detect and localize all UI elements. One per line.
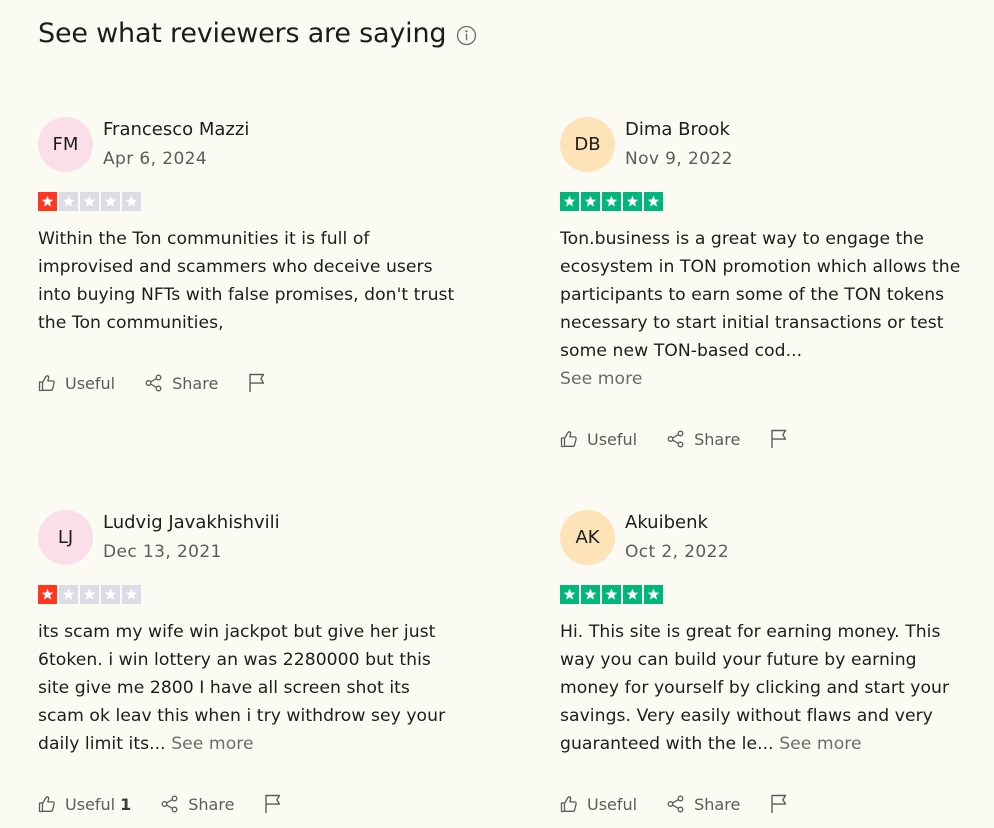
star-icon xyxy=(59,585,78,604)
useful-label: Useful xyxy=(587,794,638,814)
section-header: See what reviewers are saying xyxy=(38,18,477,49)
star-rating xyxy=(560,192,980,211)
share-button[interactable]: Share xyxy=(161,795,234,814)
star-icon xyxy=(101,585,120,604)
review-body: Ton.business is a great way to engage th… xyxy=(560,229,961,361)
review-body: Hi. This site is great for earning money… xyxy=(560,622,950,754)
star-icon xyxy=(602,192,621,211)
share-label: Share xyxy=(694,429,741,449)
review-header: DB Dima Brook Nov 9, 2022 xyxy=(560,117,980,173)
useful-button[interactable]: Useful xyxy=(38,374,115,393)
star-icon xyxy=(644,585,663,604)
share-icon xyxy=(667,430,684,448)
reviewer-name[interactable]: Ludvig Javakhishvili xyxy=(103,511,280,535)
review-date: Dec 13, 2021 xyxy=(103,542,222,562)
thumbs-up-icon xyxy=(560,431,577,448)
reviews-section: See what reviewers are saying FM Frances… xyxy=(0,0,994,828)
see-more-link[interactable]: See more xyxy=(171,734,253,754)
useful-label: Useful xyxy=(587,429,638,449)
review-actions: Useful Share xyxy=(560,792,788,816)
reviewer-name[interactable]: Dima Brook xyxy=(625,118,733,142)
star-icon xyxy=(581,192,600,211)
star-icon xyxy=(623,585,642,604)
share-button[interactable]: Share xyxy=(667,430,740,449)
info-circle-icon[interactable] xyxy=(456,25,477,46)
see-more-link[interactable]: See more xyxy=(779,734,861,754)
useful-label: Useful xyxy=(65,794,116,814)
review-text: Within the Ton communities it is full of… xyxy=(38,225,458,337)
useful-button[interactable]: Useful xyxy=(560,795,637,814)
review-header: FM Francesco Mazzi Apr 6, 2024 xyxy=(38,117,458,173)
avatar[interactable]: DB xyxy=(560,117,615,172)
review-actions: Useful Share xyxy=(38,371,266,395)
review-card: DB Dima Brook Nov 9, 2022 Ton.business i… xyxy=(560,117,980,393)
share-label: Share xyxy=(188,794,235,814)
review-text: its scam my wife win jackpot but give he… xyxy=(38,618,458,758)
useful-count: 1 xyxy=(120,794,132,814)
review-date: Apr 6, 2024 xyxy=(103,149,208,169)
star-icon xyxy=(80,192,99,211)
share-button[interactable]: Share xyxy=(667,795,740,814)
review-text: Ton.business is a great way to engage th… xyxy=(560,225,980,393)
review-date: Nov 9, 2022 xyxy=(625,149,733,169)
star-icon xyxy=(560,192,579,211)
thumbs-up-icon xyxy=(38,796,55,813)
share-button[interactable]: Share xyxy=(145,374,218,393)
star-rating xyxy=(38,585,458,604)
star-icon xyxy=(38,192,57,211)
useful-label: Useful xyxy=(65,373,116,393)
flag-icon xyxy=(265,794,281,813)
star-rating xyxy=(560,585,980,604)
see-more-link[interactable]: See more xyxy=(560,365,980,393)
review-header: LJ Ludvig Javakhishvili Dec 13, 2021 xyxy=(38,510,458,566)
star-icon xyxy=(122,585,141,604)
star-icon xyxy=(581,585,600,604)
review-header: AK Akuibenk Oct 2, 2022 xyxy=(560,510,980,566)
report-button[interactable] xyxy=(264,794,282,814)
report-button[interactable] xyxy=(770,429,788,449)
review-body: Within the Ton communities it is full of… xyxy=(38,229,455,333)
avatar[interactable]: FM xyxy=(38,117,93,172)
flag-icon xyxy=(771,429,787,448)
flag-icon xyxy=(249,373,265,392)
review-card: AK Akuibenk Oct 2, 2022 Hi. This site is… xyxy=(560,510,980,758)
star-icon xyxy=(623,192,642,211)
star-rating xyxy=(38,192,458,211)
share-icon xyxy=(145,374,162,392)
star-icon xyxy=(602,585,621,604)
share-icon xyxy=(667,795,684,813)
section-title: See what reviewers are saying xyxy=(38,18,447,49)
avatar[interactable]: LJ xyxy=(38,510,93,565)
share-label: Share xyxy=(694,794,741,814)
useful-button[interactable]: Useful 1 xyxy=(38,795,131,814)
star-icon xyxy=(101,192,120,211)
share-icon xyxy=(161,795,178,813)
thumbs-up-icon xyxy=(38,375,55,392)
star-icon xyxy=(59,192,78,211)
star-icon xyxy=(122,192,141,211)
reviewer-name[interactable]: Akuibenk xyxy=(625,511,729,535)
review-card: LJ Ludvig Javakhishvili Dec 13, 2021 its… xyxy=(38,510,458,758)
review-card: FM Francesco Mazzi Apr 6, 2024 Within th… xyxy=(38,117,458,337)
review-text: Hi. This site is great for earning money… xyxy=(560,618,980,758)
flag-icon xyxy=(771,794,787,813)
star-icon xyxy=(644,192,663,211)
star-icon xyxy=(38,585,57,604)
report-button[interactable] xyxy=(770,794,788,814)
report-button[interactable] xyxy=(248,373,266,393)
useful-button[interactable]: Useful xyxy=(560,430,637,449)
star-icon xyxy=(560,585,579,604)
review-actions: Useful Share xyxy=(560,427,788,451)
thumbs-up-icon xyxy=(560,796,577,813)
reviewer-name[interactable]: Francesco Mazzi xyxy=(103,118,249,142)
star-icon xyxy=(80,585,99,604)
review-date: Oct 2, 2022 xyxy=(625,542,730,562)
review-actions: Useful 1 Share xyxy=(38,792,282,816)
share-label: Share xyxy=(172,373,219,393)
avatar[interactable]: AK xyxy=(560,510,615,565)
